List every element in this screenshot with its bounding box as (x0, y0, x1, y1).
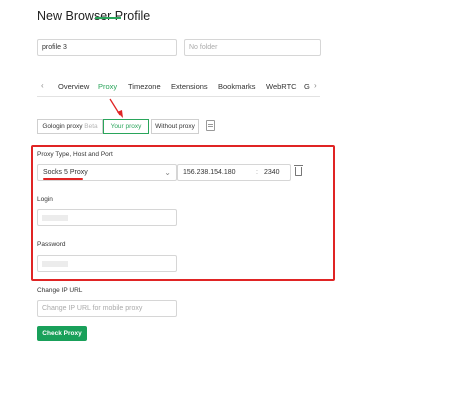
beta-badge: Beta (84, 123, 98, 130)
gologin-proxy-label: Gologin proxy (42, 123, 83, 130)
password-input[interactable] (37, 255, 177, 272)
without-proxy-option[interactable]: Without proxy (151, 119, 199, 134)
your-proxy-option[interactable]: Your proxy (103, 119, 149, 134)
login-label: Login (37, 196, 53, 203)
check-proxy-button[interactable]: Check Proxy (37, 326, 87, 341)
tab-bookmarks[interactable]: Bookmarks (218, 82, 256, 91)
tab-extensions[interactable]: Extensions (171, 82, 208, 91)
profile-name-input[interactable]: profile 3 (37, 39, 177, 56)
notes-icon[interactable] (206, 120, 215, 131)
login-redacted (42, 215, 68, 221)
change-ip-label: Change IP URL (37, 287, 83, 294)
proxy-type-value: Socks 5 Proxy (43, 169, 88, 176)
proxy-port-input[interactable]: 2340 (264, 165, 280, 180)
tab-webrtc[interactable]: WebRTC (266, 82, 297, 91)
host-port-field[interactable]: 156.238.154.180 : 2340 (177, 164, 291, 181)
page-title: New Browser Profile (37, 9, 151, 23)
password-redacted (42, 261, 68, 267)
password-label: Password (37, 241, 66, 248)
tab-timezone[interactable]: Timezone (128, 82, 161, 91)
tab-proxy[interactable]: Proxy (98, 82, 117, 91)
tab-g[interactable]: G (304, 82, 310, 91)
red-underline-annotation (43, 178, 83, 180)
proxy-settings-label: Proxy Type, Host and Port (37, 151, 113, 158)
tab-overview[interactable]: Overview (58, 82, 89, 91)
change-ip-input[interactable]: Change IP URL for mobile proxy (37, 300, 177, 317)
active-tab-indicator (95, 17, 121, 19)
red-arrow-annotation (109, 98, 123, 118)
gologin-proxy-option[interactable]: Gologin proxy Beta (37, 119, 103, 134)
profile-tabs: ‹ Overview Proxy Timezone Extensions Boo… (37, 78, 320, 97)
folder-select[interactable]: No folder (184, 39, 321, 56)
chevron-right-icon[interactable]: › (314, 81, 317, 90)
login-input[interactable] (37, 209, 177, 226)
chevron-left-icon[interactable]: ‹ (41, 81, 44, 90)
chevron-down-icon: ⌄ (164, 168, 171, 177)
port-separator: : (256, 169, 258, 176)
proxy-host-input[interactable]: 156.238.154.180 (183, 165, 236, 180)
trash-icon[interactable] (294, 165, 303, 176)
